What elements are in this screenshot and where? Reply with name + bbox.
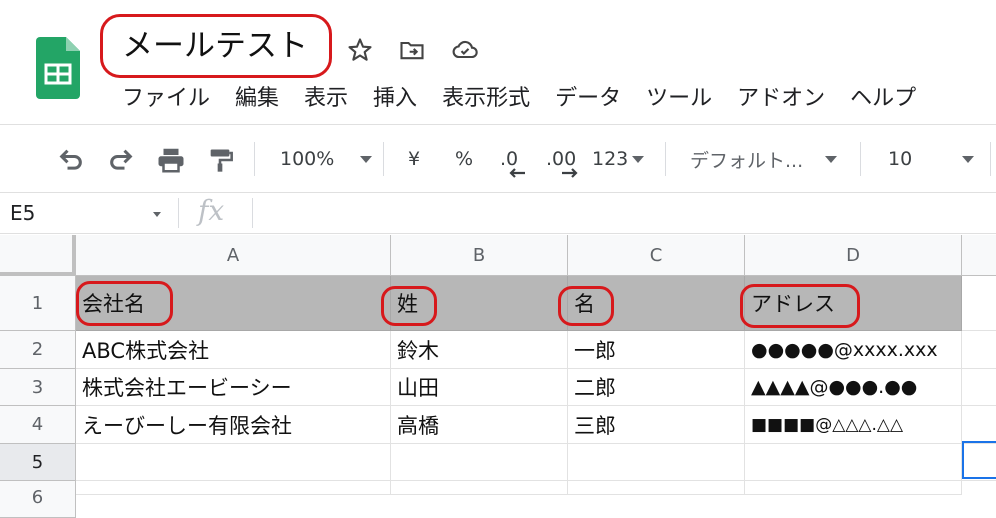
- column-header-a[interactable]: A: [76, 235, 391, 276]
- cell-a6[interactable]: [76, 481, 391, 495]
- cell-b3[interactable]: 山田: [391, 369, 568, 406]
- menu-bar: ファイル 編集 表示 挿入 表示形式 データ ツール アドオン ヘルプ: [122, 82, 941, 116]
- toolbar-top-divider: [0, 124, 996, 125]
- chevron-down-icon[interactable]: [153, 212, 161, 217]
- select-all-corner[interactable]: [0, 235, 76, 276]
- percent-format-button[interactable]: %: [455, 138, 473, 180]
- cell-b6[interactable]: [391, 481, 568, 495]
- menu-insert[interactable]: 挿入: [373, 82, 417, 116]
- percent-label: %: [455, 148, 474, 170]
- row-header-5[interactable]: 5: [0, 444, 76, 481]
- zoom-value: 100%: [280, 148, 335, 170]
- highlight-mark: [740, 284, 860, 328]
- menu-addons[interactable]: アドオン: [737, 82, 825, 116]
- menu-format[interactable]: 表示形式: [442, 82, 530, 116]
- menu-help[interactable]: ヘルプ: [850, 82, 916, 116]
- cell-a2[interactable]: ABC株式会社: [76, 331, 391, 369]
- zoom-select[interactable]: 100%: [280, 138, 373, 180]
- cell-b5[interactable]: [391, 444, 568, 481]
- column-header-c[interactable]: C: [568, 235, 745, 276]
- paint-format-icon[interactable]: [206, 145, 234, 175]
- chevron-down-icon: [825, 155, 838, 163]
- row-header-6[interactable]: 6: [0, 481, 76, 518]
- toolbar-divider: [665, 142, 666, 176]
- cell-e3[interactable]: [962, 369, 996, 406]
- cell-d5[interactable]: [745, 444, 962, 481]
- highlight-mark: [381, 286, 437, 326]
- cell-d3[interactable]: ▲▲▲▲@●●●.●●: [745, 369, 962, 406]
- cell-e4[interactable]: [962, 406, 996, 444]
- row-header-2[interactable]: 2: [0, 331, 76, 369]
- formula-divider: [252, 198, 253, 228]
- cell-a4[interactable]: えーびーしー有限会社: [76, 406, 391, 444]
- cloud-saved-icon[interactable]: [451, 36, 479, 64]
- menu-tools[interactable]: ツール: [646, 82, 712, 116]
- currency-label: ¥: [408, 148, 421, 170]
- cell-c5[interactable]: [568, 444, 745, 481]
- row-header-3[interactable]: 3: [0, 369, 76, 406]
- menu-edit[interactable]: 編集: [235, 82, 279, 116]
- redo-icon[interactable]: [106, 146, 136, 174]
- cell-a5[interactable]: [76, 444, 391, 481]
- cell-d4[interactable]: ■■■■@△△△.△△: [745, 406, 962, 444]
- active-cell-selection[interactable]: [962, 441, 996, 479]
- font-size-select[interactable]: 10: [888, 138, 975, 180]
- font-select[interactable]: デフォルト...: [690, 138, 838, 180]
- arrow-right-icon: [562, 168, 578, 178]
- toolbar-bottom-divider: [0, 192, 996, 193]
- undo-icon[interactable]: [56, 146, 86, 174]
- row-header-4[interactable]: 4: [0, 406, 76, 444]
- name-box[interactable]: E5: [10, 201, 35, 225]
- highlight-mark: [76, 281, 173, 326]
- column-header-d[interactable]: D: [745, 235, 962, 276]
- cell-e2[interactable]: [962, 331, 996, 369]
- document-title[interactable]: メールテスト: [122, 22, 308, 70]
- menu-view[interactable]: 表示: [304, 82, 348, 116]
- chevron-down-icon: [360, 155, 373, 163]
- cell-d6[interactable]: [745, 481, 962, 495]
- cell-c3[interactable]: 二郎: [568, 369, 745, 406]
- highlight-mark: [558, 286, 614, 326]
- toolbar-divider: [383, 142, 384, 176]
- print-icon[interactable]: [156, 145, 186, 175]
- formula-divider: [178, 198, 179, 228]
- cell-c4[interactable]: 三郎: [568, 406, 745, 444]
- currency-format-button[interactable]: ¥: [408, 138, 420, 180]
- cell-c2[interactable]: 一郎: [568, 331, 745, 369]
- toolbar-divider: [254, 142, 255, 176]
- star-icon[interactable]: [346, 36, 374, 64]
- font-size-value: 10: [888, 148, 913, 170]
- cell-c6[interactable]: [568, 481, 745, 495]
- column-header-b[interactable]: B: [391, 235, 568, 276]
- chevron-down-icon: [632, 155, 645, 163]
- menu-data[interactable]: データ: [555, 82, 621, 116]
- cell-d2[interactable]: ●●●●●@xxxx.xxx: [745, 331, 962, 369]
- move-to-folder-icon[interactable]: [398, 36, 426, 64]
- arrow-left-icon: [509, 168, 525, 178]
- fx-icon: fx: [198, 194, 225, 227]
- cell-a3[interactable]: 株式会社エービーシー: [76, 369, 391, 406]
- toolbar-divider: [860, 142, 861, 176]
- sheets-logo-icon[interactable]: [36, 37, 80, 99]
- row-header-1[interactable]: 1: [0, 276, 76, 331]
- chevron-down-icon: [962, 155, 975, 163]
- cell-b4[interactable]: 高橋: [391, 406, 568, 444]
- more-formats-select[interactable]: 123: [592, 138, 645, 180]
- cell-e1[interactable]: [962, 276, 996, 331]
- cell-b2[interactable]: 鈴木: [391, 331, 568, 369]
- more-formats-label: 123: [592, 148, 629, 170]
- menu-file[interactable]: ファイル: [122, 82, 210, 116]
- font-value: デフォルト...: [690, 149, 804, 172]
- toolbar-divider: [990, 142, 991, 176]
- formula-bar-divider: [0, 233, 996, 234]
- column-header-e[interactable]: [962, 235, 996, 276]
